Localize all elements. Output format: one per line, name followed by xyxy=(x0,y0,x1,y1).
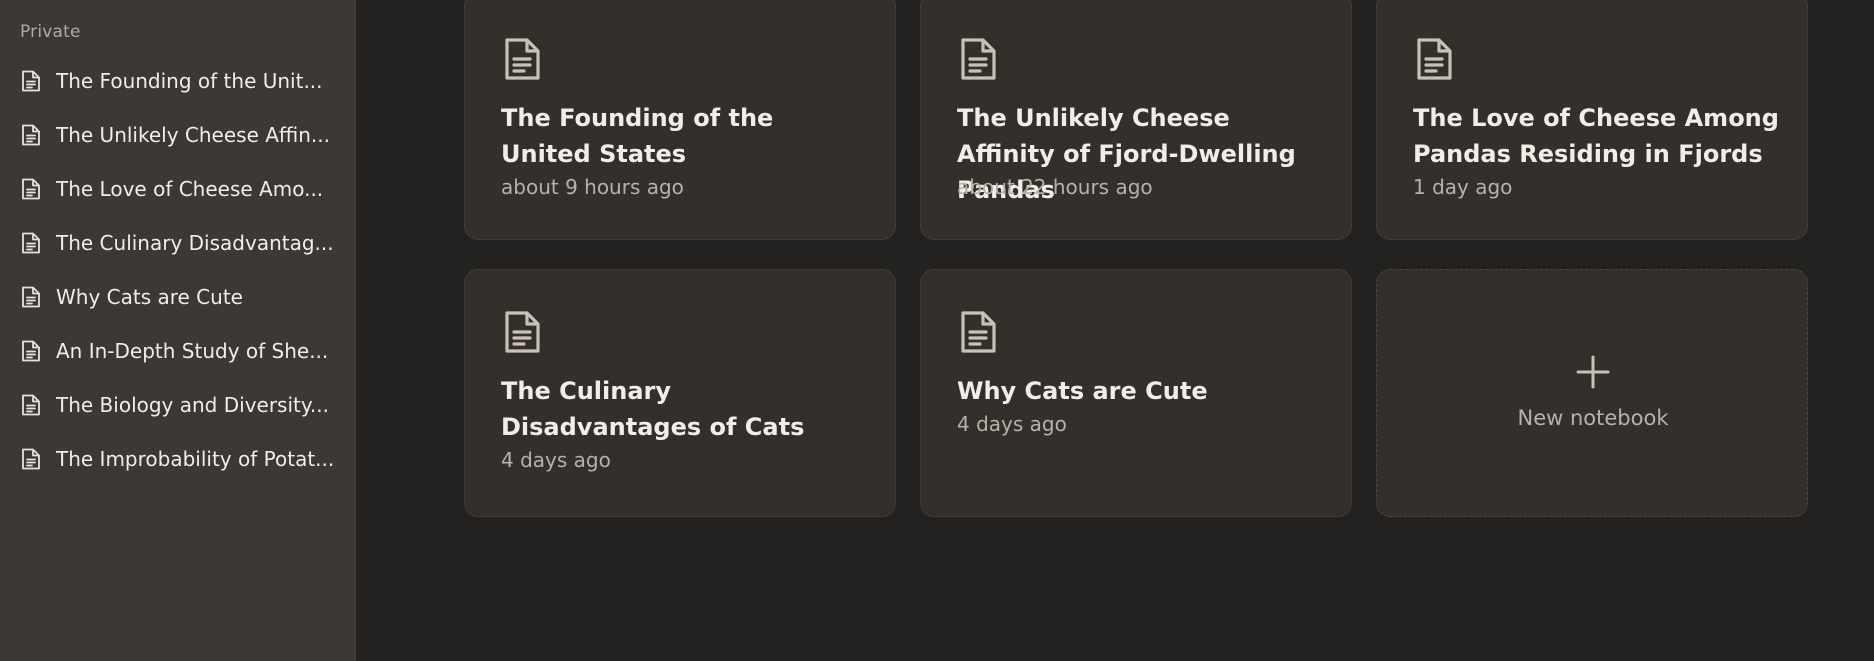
sidebar-item[interactable]: The Improbability of Potat... xyxy=(0,432,356,486)
sidebar-item[interactable]: Why Cats are Cute xyxy=(0,270,356,324)
notebook-title: The Culinary Disadvantages of Cats xyxy=(501,377,805,441)
notebook-card[interactable]: The Founding of the United States about … xyxy=(464,0,896,240)
document-icon xyxy=(20,339,42,363)
sidebar-item[interactable]: The Unlikely Cheese Affin... xyxy=(0,108,356,162)
notebook-card[interactable]: The Love of Cheese Among Pandas Residing… xyxy=(1376,0,1808,240)
sidebar-item[interactable]: The Biology and Diversity... xyxy=(0,378,356,432)
document-icon xyxy=(20,177,42,201)
document-icon xyxy=(20,393,42,417)
sidebar-item-label: An In-Depth Study of She... xyxy=(56,339,329,363)
notebook-title: The Founding of the United States xyxy=(501,104,774,168)
app-window: Private The Founding of the Unit... The … xyxy=(0,0,1874,661)
notebook-timestamp: 4 days ago xyxy=(957,412,1067,436)
notebook-card[interactable]: Why Cats are Cute 4 days ago xyxy=(920,269,1352,517)
sidebar-item-label: Why Cats are Cute xyxy=(56,285,243,309)
notebook-card[interactable]: The Unlikely Cheese Affinity of Fjord-Dw… xyxy=(920,0,1352,240)
notebook-timestamp: 4 days ago xyxy=(501,448,611,472)
sidebar-item[interactable]: The Culinary Disadvantag... xyxy=(0,216,356,270)
sidebar-item[interactable]: The Love of Cheese Amo... xyxy=(0,162,356,216)
sidebar-section-label: Private xyxy=(20,22,81,42)
sidebar-item-label: The Improbability of Potat... xyxy=(56,447,335,471)
sidebar-item-label: The Unlikely Cheese Affin... xyxy=(56,123,331,147)
document-icon xyxy=(1413,35,1455,83)
new-notebook-label: New notebook xyxy=(1517,406,1669,430)
document-icon xyxy=(20,285,42,309)
sidebar-list: The Founding of the Unit... The Unlikely… xyxy=(0,54,356,486)
document-icon xyxy=(20,447,42,471)
plus-icon xyxy=(1575,354,1611,390)
document-icon xyxy=(501,308,543,356)
document-icon xyxy=(957,308,999,356)
notebook-timestamp: about 22 hours ago xyxy=(957,175,1153,199)
sidebar-item-label: The Founding of the Unit... xyxy=(56,69,323,93)
notebook-grid: The Founding of the United States about … xyxy=(357,0,1874,661)
sidebar: Private The Founding of the Unit... The … xyxy=(0,0,356,661)
document-icon xyxy=(20,231,42,255)
sidebar-item[interactable]: The Founding of the Unit... xyxy=(0,54,356,108)
document-icon xyxy=(20,123,42,147)
sidebar-item-label: The Love of Cheese Amo... xyxy=(56,177,324,201)
sidebar-item-label: The Culinary Disadvantag... xyxy=(56,231,334,255)
document-icon xyxy=(20,69,42,93)
notebook-timestamp: about 9 hours ago xyxy=(501,175,684,199)
document-icon xyxy=(957,35,999,83)
document-icon xyxy=(501,35,543,83)
notebook-timestamp: 1 day ago xyxy=(1413,175,1513,199)
notebook-card[interactable]: The Culinary Disadvantages of Cats 4 day… xyxy=(464,269,896,517)
notebook-title: The Love of Cheese Among Pandas Residing… xyxy=(1413,104,1779,168)
sidebar-item[interactable]: An In-Depth Study of She... xyxy=(0,324,356,378)
sidebar-item-label: The Biology and Diversity... xyxy=(56,393,329,417)
notebook-title: Why Cats are Cute xyxy=(957,377,1208,405)
new-notebook-button[interactable]: New notebook xyxy=(1376,269,1808,517)
